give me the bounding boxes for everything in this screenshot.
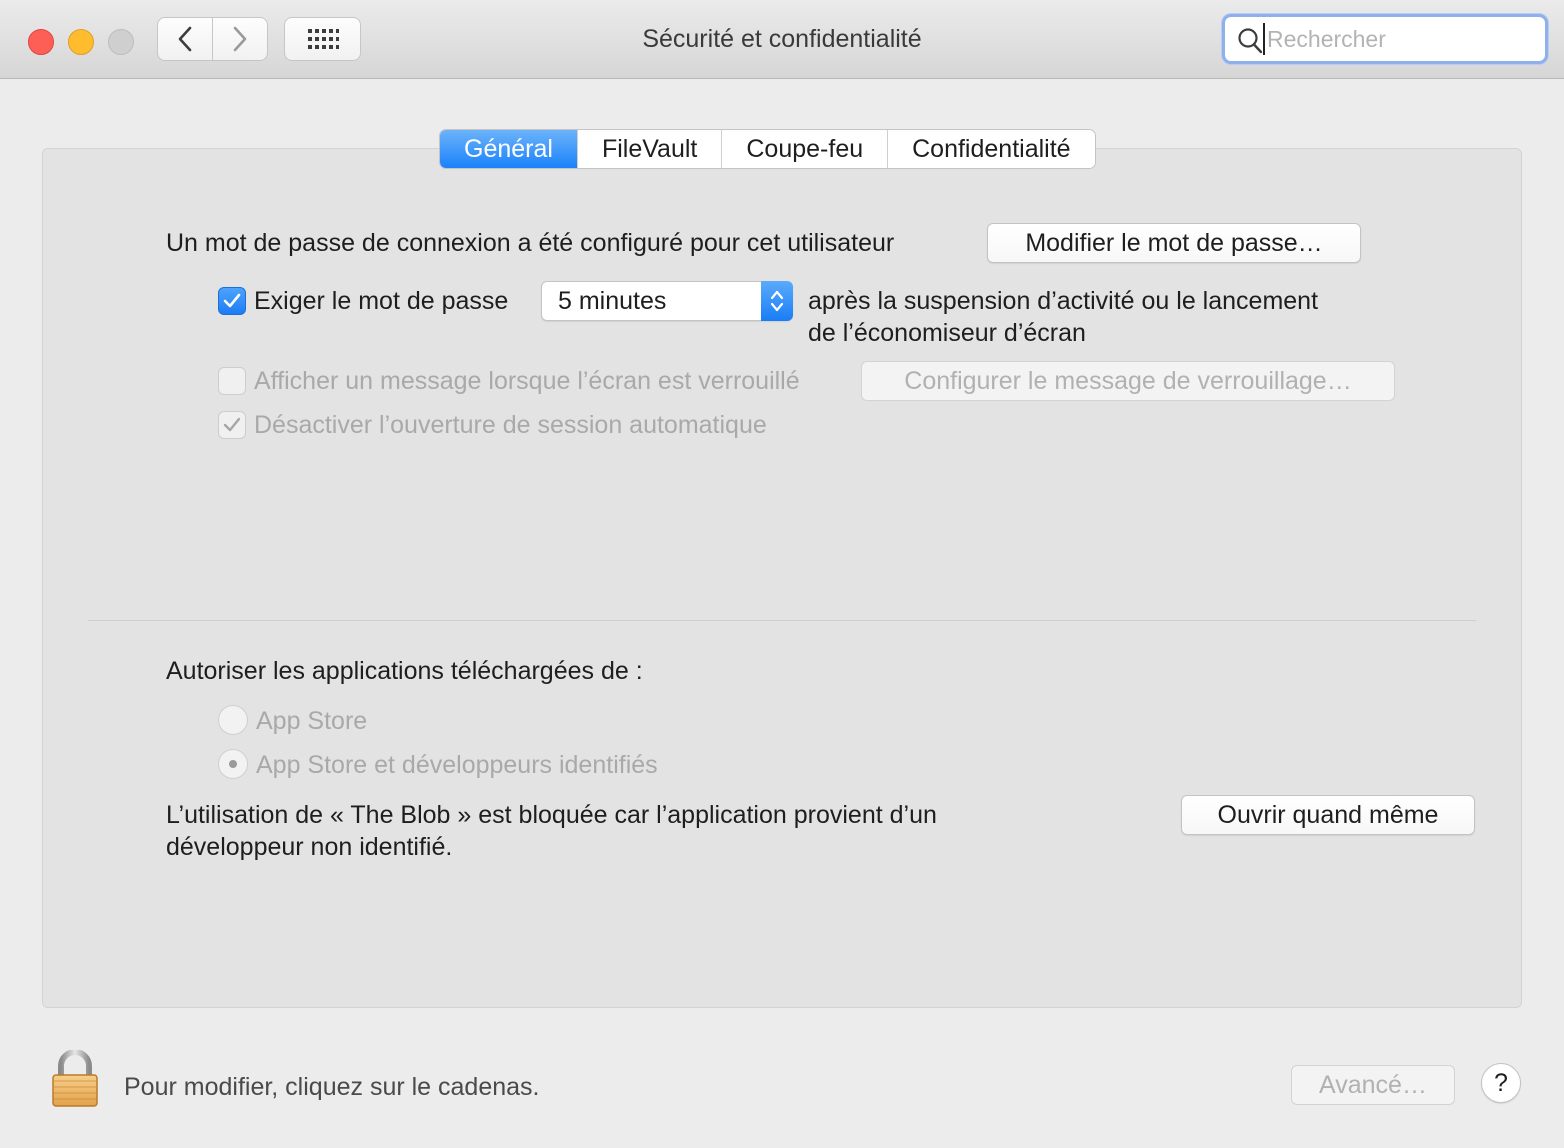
help-button[interactable]: ? [1481,1063,1521,1103]
title-bar: Sécurité et confidentialité [0,0,1564,79]
checkmark-icon [223,293,241,308]
preferences-window: Sécurité et confidentialité Général File… [0,0,1564,1148]
after-suspension-text-1: après la suspension d’activité ou le lan… [808,287,1319,315]
blocked-app-text-2: développeur non identifié. [166,833,453,861]
tab-firewall[interactable]: Coupe-feu [721,130,888,168]
content-panel [42,148,1522,1008]
show-message-label: Afficher un message lorsque l’écran est … [254,367,800,395]
checkmark-icon [223,417,241,432]
show-message-checkbox[interactable] [218,367,246,395]
disable-auto-login-label: Désactiver l’ouverture de session automa… [254,411,767,439]
updown-arrows-icon [761,281,793,321]
change-password-button[interactable]: Modifier le mot de passe… [987,223,1361,263]
radio-app-store-identified[interactable] [218,749,248,779]
lock-icon [52,1049,98,1107]
blocked-app-text-1: L’utilisation de « The Blob » est bloqué… [166,801,937,829]
advanced-button[interactable]: Avancé… [1291,1065,1455,1105]
radio-app-store[interactable] [218,705,248,735]
disable-auto-login-checkbox[interactable] [218,411,246,439]
lock-hint-text: Pour modifier, cliquez sur le cadenas. [124,1073,540,1101]
radio-app-store-identified-label: App Store et développeurs identifiés [256,751,658,779]
require-password-label: Exiger le mot de passe [254,287,509,315]
search-icon [1238,28,1263,54]
configure-lock-message-button[interactable]: Configurer le message de verrouillage… [861,361,1395,401]
radio-selected-dot [229,760,237,768]
section-divider [88,620,1476,621]
tab-privacy[interactable]: Confidentialité [887,130,1095,168]
search-input[interactable] [1263,23,1539,55]
tab-filevault[interactable]: FileVault [576,130,722,168]
after-suspension-text-2: de l’économiseur d’écran [808,319,1086,347]
open-anyway-button[interactable]: Ouvrir quand même [1181,795,1475,835]
radio-app-store-label: App Store [256,707,368,735]
tab-general[interactable]: Général [440,130,577,168]
tab-bar: Général FileVault Coupe-feu Confidential… [439,129,1096,169]
allow-downloads-heading: Autoriser les applications téléchargées … [166,657,643,685]
password-delay-value: 5 minutes [558,287,667,315]
require-password-checkbox[interactable] [218,287,246,315]
search-field[interactable] [1222,14,1548,64]
password-configured-text: Un mot de passe de connexion a été confi… [166,229,895,257]
password-delay-select[interactable]: 5 minutes [541,281,793,321]
lock-button[interactable] [50,1049,100,1113]
